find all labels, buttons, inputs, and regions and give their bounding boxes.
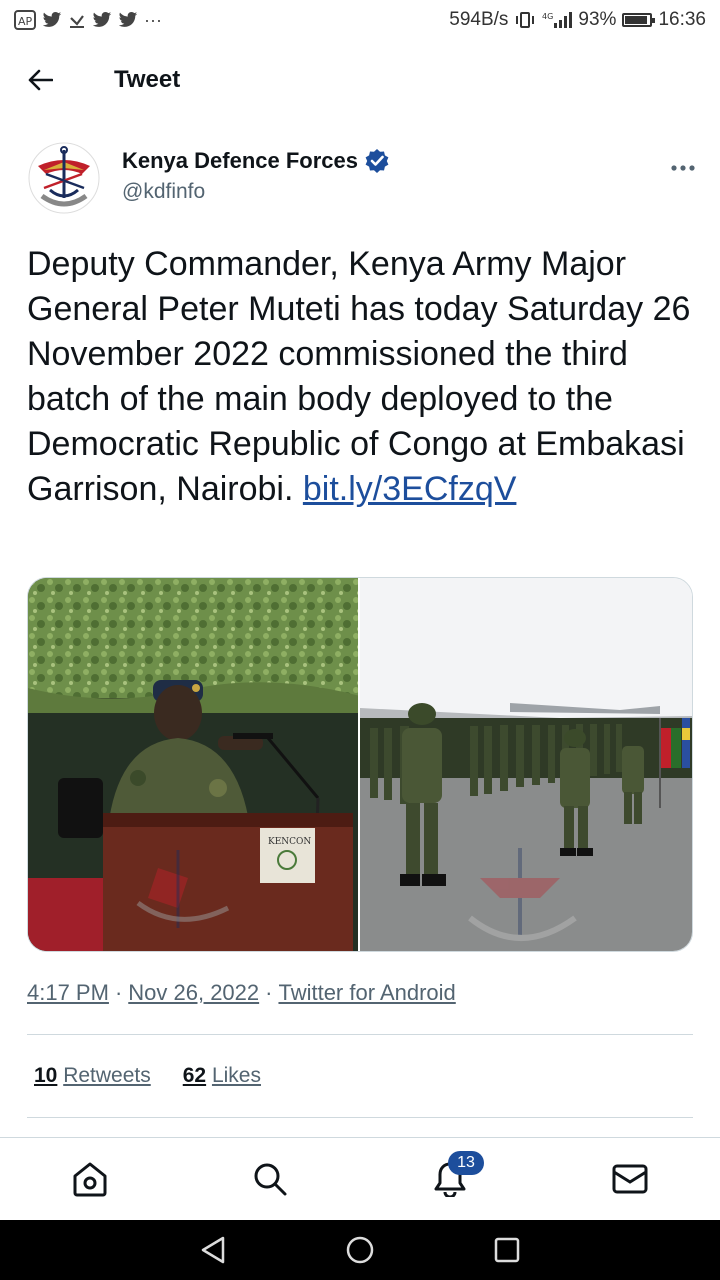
download-icon [70, 15, 84, 28]
retweets-stat[interactable]: 10 Retweets [34, 1064, 151, 1088]
twitter-icon [42, 12, 62, 27]
home-circle-icon[interactable] [345, 1235, 375, 1265]
status-system: 594B/s 4G 93% 16:36 [449, 9, 706, 31]
meta-separator: · [114, 980, 123, 1005]
tweet-time[interactable]: 4:17 PM [27, 980, 109, 1006]
kdf-logo-icon [28, 142, 100, 214]
vibrate-icon [516, 12, 535, 28]
net-speed: 594B/s [449, 9, 509, 30]
divider [27, 1034, 693, 1035]
more-horizontal-icon [671, 165, 695, 171]
app-icon: AP [14, 10, 36, 30]
tweet-link[interactable]: bit.ly/3ECfzqV [303, 467, 517, 512]
retweets-label: Retweets [63, 1064, 151, 1087]
author-handle[interactable]: @kdfinfo [122, 180, 390, 204]
recents-square-icon[interactable] [493, 1236, 521, 1264]
verified-badge-icon [365, 149, 389, 173]
author-name-row: Kenya Defence Forces [122, 148, 390, 174]
search-icon [254, 1163, 287, 1196]
battery-percent: 93% [578, 9, 617, 30]
notification-badge: 13 [448, 1151, 484, 1175]
mail-icon [612, 1164, 648, 1194]
home-icon [73, 1162, 107, 1197]
likes-label: Likes [211, 1064, 261, 1087]
tweet-date[interactable]: Nov 26, 2022 [128, 980, 259, 1006]
twitter-icon [92, 12, 112, 27]
arrow-left-icon [28, 69, 53, 91]
avatar[interactable] [26, 140, 102, 216]
nav-search[interactable] [230, 1149, 310, 1209]
media-photo-troops[interactable] [360, 578, 692, 951]
podium-sign-text: KENCON [268, 837, 311, 847]
meta-separator: · [265, 980, 273, 1005]
author-text: Kenya Defence Forces @kdfinfo [122, 140, 390, 220]
clock: 16:36 [658, 9, 706, 30]
back-triangle-icon[interactable] [199, 1235, 227, 1265]
svg-text:AP: AP [18, 15, 33, 28]
author-name[interactable]: Kenya Defence Forces [122, 148, 358, 174]
tweet-stats: 10 Retweets 62 Likes [34, 1064, 261, 1088]
more-notifications-icon: ··· [144, 9, 162, 30]
twitter-icon [118, 12, 138, 27]
tweet-author: Kenya Defence Forces @kdfinfo [26, 140, 696, 220]
media-photo-speaker[interactable]: KENCON [28, 578, 358, 951]
tweet-body: Deputy Commander, Kenya Army Major Gener… [27, 242, 697, 512]
svg-text:4G: 4G [542, 12, 553, 21]
status-notifications: AP ··· [14, 10, 162, 31]
more-options-button[interactable] [670, 148, 696, 179]
back-button[interactable] [0, 50, 80, 110]
retweets-count: 10 [34, 1064, 58, 1087]
signal-icon: 4G [542, 12, 573, 28]
likes-count: 62 [182, 1064, 207, 1087]
troops-photo [360, 578, 692, 951]
divider [27, 1117, 693, 1118]
tweet-meta: 4:17 PM · Nov 26, 2022 · Twitter for And… [27, 980, 456, 1006]
likes-stat[interactable]: 62 Likes [183, 1064, 261, 1088]
status-bar: AP ··· 594B/s 4G 93% 16:36 [0, 0, 720, 40]
speaker-photo: KENCON [28, 578, 358, 951]
battery-level [625, 16, 648, 24]
bottom-nav: 13 [0, 1137, 720, 1220]
nav-notifications[interactable]: 13 [410, 1149, 490, 1209]
system-nav-bar [0, 1220, 720, 1280]
battery-icon [622, 13, 656, 27]
nav-home[interactable] [50, 1149, 130, 1209]
tweet-media[interactable]: KENCON [27, 577, 693, 952]
page-title: Tweet [114, 66, 181, 93]
tweet-source[interactable]: Twitter for Android [278, 980, 455, 1006]
top-bar: Tweet [0, 50, 720, 110]
nav-messages[interactable] [590, 1149, 670, 1209]
